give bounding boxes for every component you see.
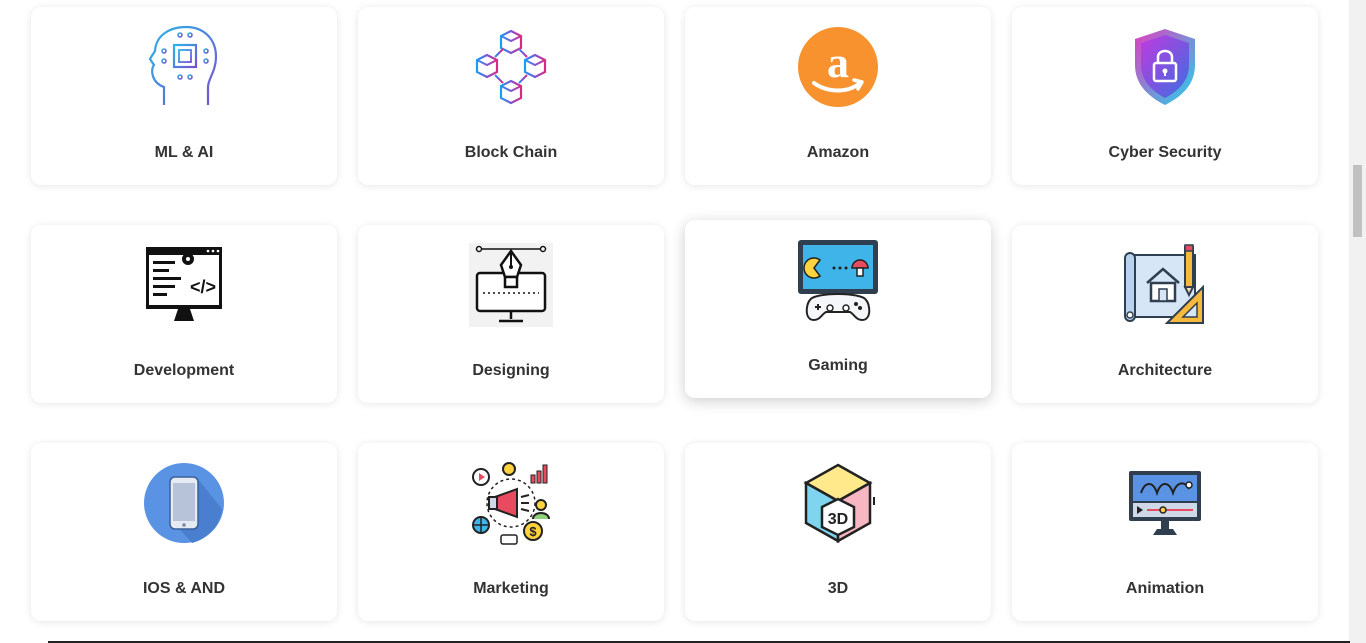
shield-lock-icon	[1123, 25, 1207, 109]
pen-tool-monitor-icon	[469, 243, 553, 327]
blueprint-house-icon	[1123, 243, 1207, 327]
megaphone-marketing-icon: $	[469, 461, 553, 545]
category-card-designing[interactable]: Designing	[358, 225, 664, 403]
category-card-marketing[interactable]: $ Marketing	[358, 443, 664, 621]
category-card-gaming[interactable]: Gaming	[685, 220, 991, 398]
category-label: Gaming	[808, 357, 868, 374]
category-label: Block Chain	[464, 144, 558, 161]
svg-text:$: $	[529, 524, 537, 539]
category-label: Amazon	[806, 144, 870, 161]
scrollbar-thumb[interactable]	[1353, 165, 1362, 237]
category-label: Architecture	[1117, 362, 1213, 379]
category-label: Development	[133, 362, 235, 379]
vertical-scrollbar[interactable]	[1349, 0, 1366, 643]
category-label: 3D	[827, 580, 849, 597]
category-label: Marketing	[473, 580, 549, 597]
category-label: Designing	[472, 362, 550, 379]
categories-page: ML & AI Block Chain a Amazon Cyber Secur…	[0, 0, 1366, 643]
svg-text:3D: 3D	[828, 511, 848, 528]
category-card-development[interactable]: </> Development	[31, 225, 337, 403]
category-card-ios-and[interactable]: IOS & AND	[31, 443, 337, 621]
category-card-animation[interactable]: Animation	[1012, 443, 1318, 621]
category-card-ml-ai[interactable]: ML & AI	[31, 7, 337, 185]
svg-text:a: a	[827, 38, 849, 87]
category-card-3d[interactable]: 3D 3D	[685, 443, 991, 621]
animation-timeline-icon	[1123, 461, 1207, 545]
svg-text:</>: </>	[190, 277, 216, 297]
category-label: Cyber Security	[1108, 144, 1222, 161]
category-card-cyber-security[interactable]: Cyber Security	[1012, 7, 1318, 185]
category-card-block-chain[interactable]: Block Chain	[358, 7, 664, 185]
category-card-amazon[interactable]: a Amazon	[685, 7, 991, 185]
smartphone-icon	[142, 461, 226, 545]
amazon-logo-icon: a	[796, 25, 880, 109]
blockchain-cubes-icon	[469, 25, 553, 109]
category-card-architecture[interactable]: Architecture	[1012, 225, 1318, 403]
category-label: ML & AI	[154, 144, 214, 161]
game-controller-icon	[796, 238, 880, 322]
category-label: IOS & AND	[142, 580, 226, 597]
category-label: Animation	[1125, 580, 1205, 597]
brain-chip-icon	[142, 25, 226, 109]
code-monitor-icon: </>	[142, 243, 226, 327]
3d-cube-icon: 3D	[796, 461, 880, 545]
